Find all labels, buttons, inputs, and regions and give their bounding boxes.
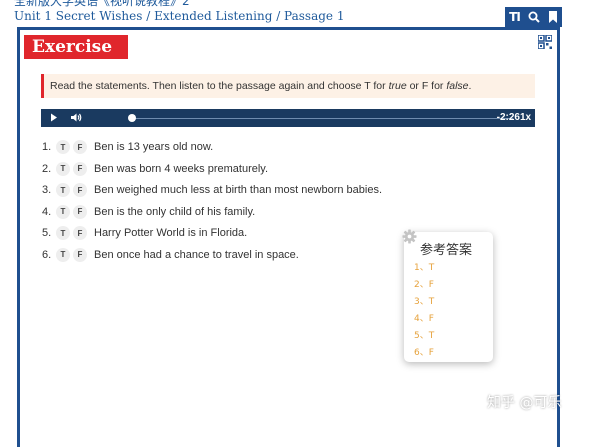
watermark: 知乎 @可乐 xyxy=(487,395,562,411)
breadcrumb[interactable]: Unit 1 Secret Wishes / Extended Listenin… xyxy=(14,9,344,23)
true-option[interactable]: T xyxy=(56,140,70,154)
answer-item: 2、F xyxy=(414,280,434,290)
instruction-text-end: . xyxy=(468,80,472,92)
statement-text: Ben was born 4 weeks prematurely. xyxy=(94,162,269,175)
instruction-true-word: true xyxy=(388,80,407,92)
list-item: 5. T F Harry Potter World is in Florida. xyxy=(42,225,247,241)
exercise-title: Exercise B xyxy=(24,35,128,81)
answer-item: 6、F xyxy=(414,348,434,358)
false-option[interactable]: F xyxy=(73,161,87,176)
volume-icon[interactable] xyxy=(71,113,82,125)
instruction-text-mid: or F for xyxy=(406,80,447,92)
top-bar: 全新版大学英语《视听说教程》2 Unit 1 Secret Wishes / E… xyxy=(0,0,600,28)
item-number: 5. xyxy=(42,227,52,239)
list-item: 3. T F Ben weighed much less at birth th… xyxy=(42,182,382,198)
statement-text: Harry Potter World is in Florida. xyxy=(94,227,248,239)
answer-item: 3、T xyxy=(414,297,435,307)
false-option[interactable]: F xyxy=(73,183,87,197)
instruction-text: Read the statements. Then listen to the … xyxy=(50,80,389,92)
true-option[interactable]: T xyxy=(56,161,70,176)
list-item: 4. T F Ben is the only child of his fami… xyxy=(42,204,255,220)
statement-text: Ben is the only child of his family. xyxy=(94,205,256,218)
time-remaining: -2:26 xyxy=(496,112,520,123)
search-icon[interactable] xyxy=(526,9,542,25)
text-size-button[interactable]: TI xyxy=(507,9,523,25)
true-option[interactable]: T xyxy=(56,204,70,219)
item-number: 1. xyxy=(42,141,52,153)
progress-track[interactable] xyxy=(131,118,513,119)
answer-item: 4、F xyxy=(414,314,434,324)
audio-player: -2:26 1x xyxy=(41,109,535,127)
false-option[interactable]: F xyxy=(73,226,87,240)
answer-item: 1、T xyxy=(414,263,435,273)
play-icon[interactable] xyxy=(50,113,58,125)
answer-key-title: 参考答案 xyxy=(420,243,473,258)
item-number: 3. xyxy=(42,184,52,196)
toolbar: TI xyxy=(505,7,562,27)
false-option[interactable]: F xyxy=(73,204,87,219)
playback-speed-button[interactable]: 1x xyxy=(520,112,531,123)
item-number: 4. xyxy=(42,205,52,218)
list-item: 1. T F Ben is 13 years old now. xyxy=(42,139,213,155)
book-title: 全新版大学英语《视听说教程》2 xyxy=(14,0,190,8)
statement-text: Ben weighed much less at birth than most… xyxy=(94,184,382,196)
list-item: 6. T F Ben once had a chance to travel i… xyxy=(42,247,299,263)
true-option[interactable]: T xyxy=(56,247,70,262)
statement-text: Ben is 13 years old now. xyxy=(94,141,214,153)
true-option[interactable]: T xyxy=(56,226,70,240)
statement-text: Ben once had a chance to travel in space… xyxy=(94,248,299,261)
gear-icon xyxy=(402,229,417,244)
list-item: 2. T F Ben was born 4 weeks prematurely. xyxy=(42,161,268,177)
item-number: 2. xyxy=(42,162,52,175)
qr-code-icon[interactable] xyxy=(537,34,553,50)
instruction: Read the statements. Then listen to the … xyxy=(41,74,535,98)
progress-handle[interactable] xyxy=(128,114,136,122)
false-option[interactable]: F xyxy=(73,140,87,154)
bookmark-icon[interactable] xyxy=(545,9,561,25)
answer-key-card: 参考答案 1、T 2、F 3、T 4、F 5、T 6、F xyxy=(402,229,493,362)
false-option[interactable]: F xyxy=(73,247,87,262)
true-option[interactable]: T xyxy=(56,183,70,197)
item-number: 6. xyxy=(42,248,52,261)
answer-item: 5、T xyxy=(414,331,435,341)
instruction-false-word: false xyxy=(446,80,469,92)
